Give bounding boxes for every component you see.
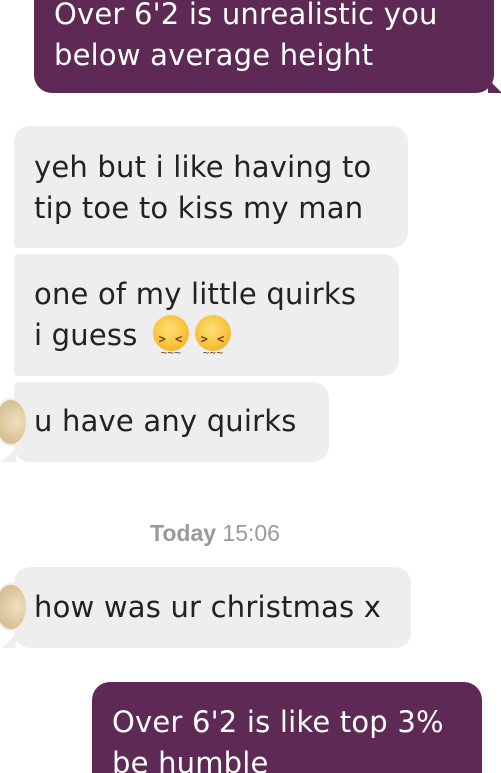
- message-line: Over 6'2 is like top 3%: [112, 705, 444, 739]
- confounded-face-icon: [152, 315, 189, 373]
- message-line: u have any quirks: [34, 404, 297, 438]
- message-line: be humble: [112, 746, 269, 773]
- timestamp-day: Today: [150, 520, 217, 546]
- message-timestamp: Today 15:06: [0, 520, 430, 547]
- message-line: tip toe to kiss my man: [34, 191, 364, 225]
- message-text: i guess: [34, 318, 138, 352]
- confounded-face-icon: [194, 315, 231, 373]
- avatar[interactable]: [0, 398, 28, 446]
- message-line: below average height: [54, 38, 374, 72]
- incoming-message-bubble[interactable]: one of my little quirks i guess: [14, 254, 399, 376]
- message-line: one of my little quirks: [34, 277, 357, 311]
- message-line: Over 6'2 is unrealistic you: [54, 0, 438, 31]
- incoming-message-bubble[interactable]: how was ur christmas x: [0, 567, 411, 648]
- timestamp-time: 15:06: [222, 520, 280, 546]
- message-line: i guess: [34, 315, 379, 373]
- chat-screen: Over 6'2 is unrealistic you below averag…: [0, 0, 501, 773]
- outgoing-message-bubble[interactable]: Over 6'2 is unrealistic you below averag…: [34, 0, 501, 93]
- message-line: how was ur christmas x: [34, 590, 382, 624]
- outgoing-message-bubble[interactable]: Over 6'2 is like top 3% be humble: [92, 682, 482, 773]
- avatar[interactable]: [0, 583, 28, 631]
- incoming-message-bubble[interactable]: u have any quirks: [0, 382, 329, 462]
- message-line: yeh but i like having to: [34, 150, 372, 184]
- incoming-message-bubble[interactable]: yeh but i like having to tip toe to kiss…: [14, 126, 408, 248]
